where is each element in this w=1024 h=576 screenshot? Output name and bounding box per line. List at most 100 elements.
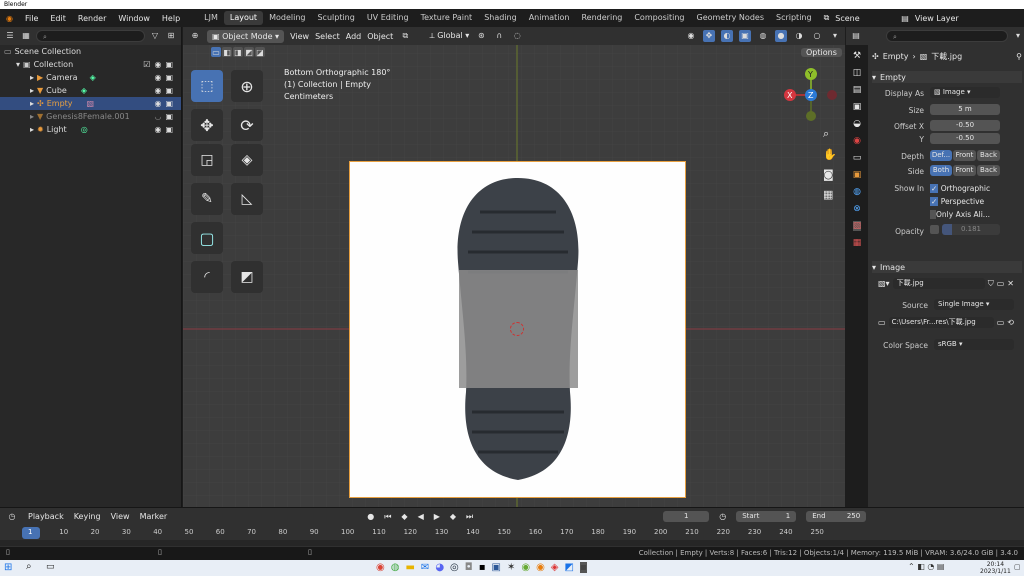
material-shading-icon[interactable]: ◑ [793,30,805,42]
object-tab-icon[interactable]: ▣ [853,170,862,180]
display-as-dropdown[interactable]: ▧ Image ▾ [930,87,1000,98]
menu-keying[interactable]: Keying [74,512,101,521]
next-app-icon[interactable]: ▪ [479,562,486,573]
green-app-icon[interactable]: ◉ [521,562,530,573]
tab-sculpting[interactable]: Sculpting [311,11,360,25]
overlay-icon[interactable]: ◐ [721,30,733,42]
side-both-button[interactable]: Both [930,165,952,176]
xray-icon[interactable]: ▣ [739,30,751,42]
menu-edit[interactable]: Edit [44,14,72,23]
offset-x-field[interactable]: -0.50 [930,120,1000,131]
select-box-tool[interactable]: ⬚ [191,70,223,102]
daz-studio-icon[interactable]: ▪ [579,562,587,573]
eye-icon[interactable]: ◉ [154,60,161,69]
new-collection-icon[interactable]: ⊞ [165,30,177,42]
camera-view-icon[interactable]: ◙ [823,168,837,181]
tab-geometry-nodes[interactable]: Geometry Nodes [691,11,770,25]
current-frame-field[interactable]: 1 [663,511,710,522]
display-mode-icon[interactable]: ▦ [20,30,32,42]
bevel-tool[interactable]: ◩ [231,261,263,293]
pivot-icon[interactable]: ⊛ [475,30,487,42]
tab-modeling[interactable]: Modeling [263,11,311,25]
outliner-item-cube[interactable]: ▸ ▼ Cube ◈ ◉ ▣ [0,84,181,97]
eye-icon[interactable]: ◉ [154,99,161,108]
prev-key-icon[interactable]: ◆ [401,512,407,521]
scene-tab-icon[interactable]: ◒ [853,119,861,129]
snap-icon[interactable]: ⧉ [399,30,411,42]
tab-uv-editing[interactable]: UV Editing [361,11,415,25]
scale-tool[interactable]: ◲ [191,144,223,176]
side-front-button[interactable]: Front [953,165,976,176]
outliner-search-input[interactable]: ⌕ [36,30,145,42]
menu-window[interactable]: Window [112,14,156,23]
tab-shading[interactable]: Shading [478,11,523,25]
transform-tool[interactable]: ◈ [231,144,263,176]
only-axis-aligned-checkbox[interactable]: Only Axis Ali... [930,208,990,221]
tab-ljm[interactable]: LJM [198,11,224,25]
output-tab-icon[interactable]: ▤ [853,85,862,95]
proportional-icon[interactable]: ◌ [511,30,523,42]
world-tab-icon[interactable]: ◉ [853,136,861,146]
tab-rendering[interactable]: Rendering [575,11,628,25]
object-mode-dropdown[interactable]: ▣ Object Mode ▾ [207,29,285,43]
browse-folder-icon[interactable]: ▭ [997,318,1005,327]
blender-taskbar-icon[interactable]: ◉ [536,562,545,573]
play-reverse-icon[interactable]: ◀ [418,512,424,521]
filter-icon[interactable]: ▽ [149,30,161,42]
wireframe-shading-icon[interactable]: ◍ [757,30,769,42]
constraints-tab-icon[interactable]: ⊗ [853,204,861,214]
tab-scripting[interactable]: Scripting [770,11,818,25]
windows-start-icon[interactable]: ⊞ [4,562,12,573]
blender-logo-icon[interactable]: ◉ [0,14,19,23]
word-icon[interactable]: ▣ [491,562,500,573]
depth-front-button[interactable]: Front [953,150,976,161]
orthographic-checkbox[interactable]: ✓ Orthographic [930,182,990,195]
side-back-button[interactable]: Back [977,165,1000,176]
reload-icon[interactable]: ⟲ [1007,318,1014,327]
perspective-grid-icon[interactable]: ▦ [823,188,837,201]
visibility-icon[interactable]: ◉ [685,30,697,42]
stopwatch-icon[interactable]: ◷ [719,512,726,521]
fake-user-icon[interactable]: ⛉ [988,279,994,289]
clock[interactable]: 20:14 2023/1/11 [980,561,1011,575]
zoom-icon[interactable]: ⌕ [823,127,837,141]
jump-start-icon[interactable]: ⏮ [384,512,391,522]
transform-orientation-dropdown[interactable]: ⟂ Global ▾ [429,31,469,41]
shear-tool[interactable]: ◜ [191,261,223,293]
file-explorer-icon[interactable]: ▬ [405,562,414,573]
offset-y-field[interactable]: -0.50 [930,133,1000,144]
tab-texture-paint[interactable]: Texture Paint [415,11,479,25]
eye-icon[interactable]: ◉ [154,86,161,95]
reference-image[interactable] [349,161,686,498]
eye-closed-icon[interactable]: ◡ [154,112,161,121]
tab-layout[interactable]: Layout [223,11,264,25]
jump-end-icon[interactable]: ⏭ [466,512,473,522]
depth-default-button[interactable]: Def... [930,150,952,161]
scene-selector-icon[interactable]: ⧉ [818,13,836,23]
scene-collection-row[interactable]: ▭ Scene Collection [0,45,181,58]
camera-icon[interactable]: ▣ [165,73,173,82]
view-layer-name[interactable]: View Layer [915,14,959,23]
menu-render[interactable]: Render [72,14,112,23]
menu-view-timeline[interactable]: View [111,512,130,521]
menu-marker[interactable]: Marker [140,512,168,521]
collection-tab-icon[interactable]: ▭ [853,153,862,163]
search-icon[interactable]: ⌕ [26,561,32,572]
physics-tab-icon[interactable]: ◍ [853,187,861,197]
menu-help[interactable]: Help [156,14,186,23]
camera-icon[interactable]: ▣ [165,125,173,134]
properties-editor-icon[interactable]: ▤ [850,30,862,42]
timeline-track[interactable] [0,540,1024,546]
select-extend-icon[interactable]: ◧ [222,47,232,57]
annotate-tool[interactable]: ✎ [191,183,223,215]
select-intersect-icon[interactable]: ◪ [255,47,265,57]
scene-name[interactable]: Scene [835,14,895,23]
source-dropdown[interactable]: Single Image ▾ [934,299,1014,310]
3d-viewport[interactable]: ⊕ ▣ Object Mode ▾ View Select Add Object… [183,27,845,507]
camera-icon[interactable]: ▣ [165,60,173,69]
system-tray-icons[interactable]: ⌃ ◧ ◔ ▤ [908,562,944,571]
rotate-tool[interactable]: ⟳ [231,109,263,141]
chrome-icon[interactable]: ◉ [376,562,385,573]
notification-icon[interactable]: ▢ [1014,563,1021,571]
menu-playback[interactable]: Playback [28,512,64,521]
